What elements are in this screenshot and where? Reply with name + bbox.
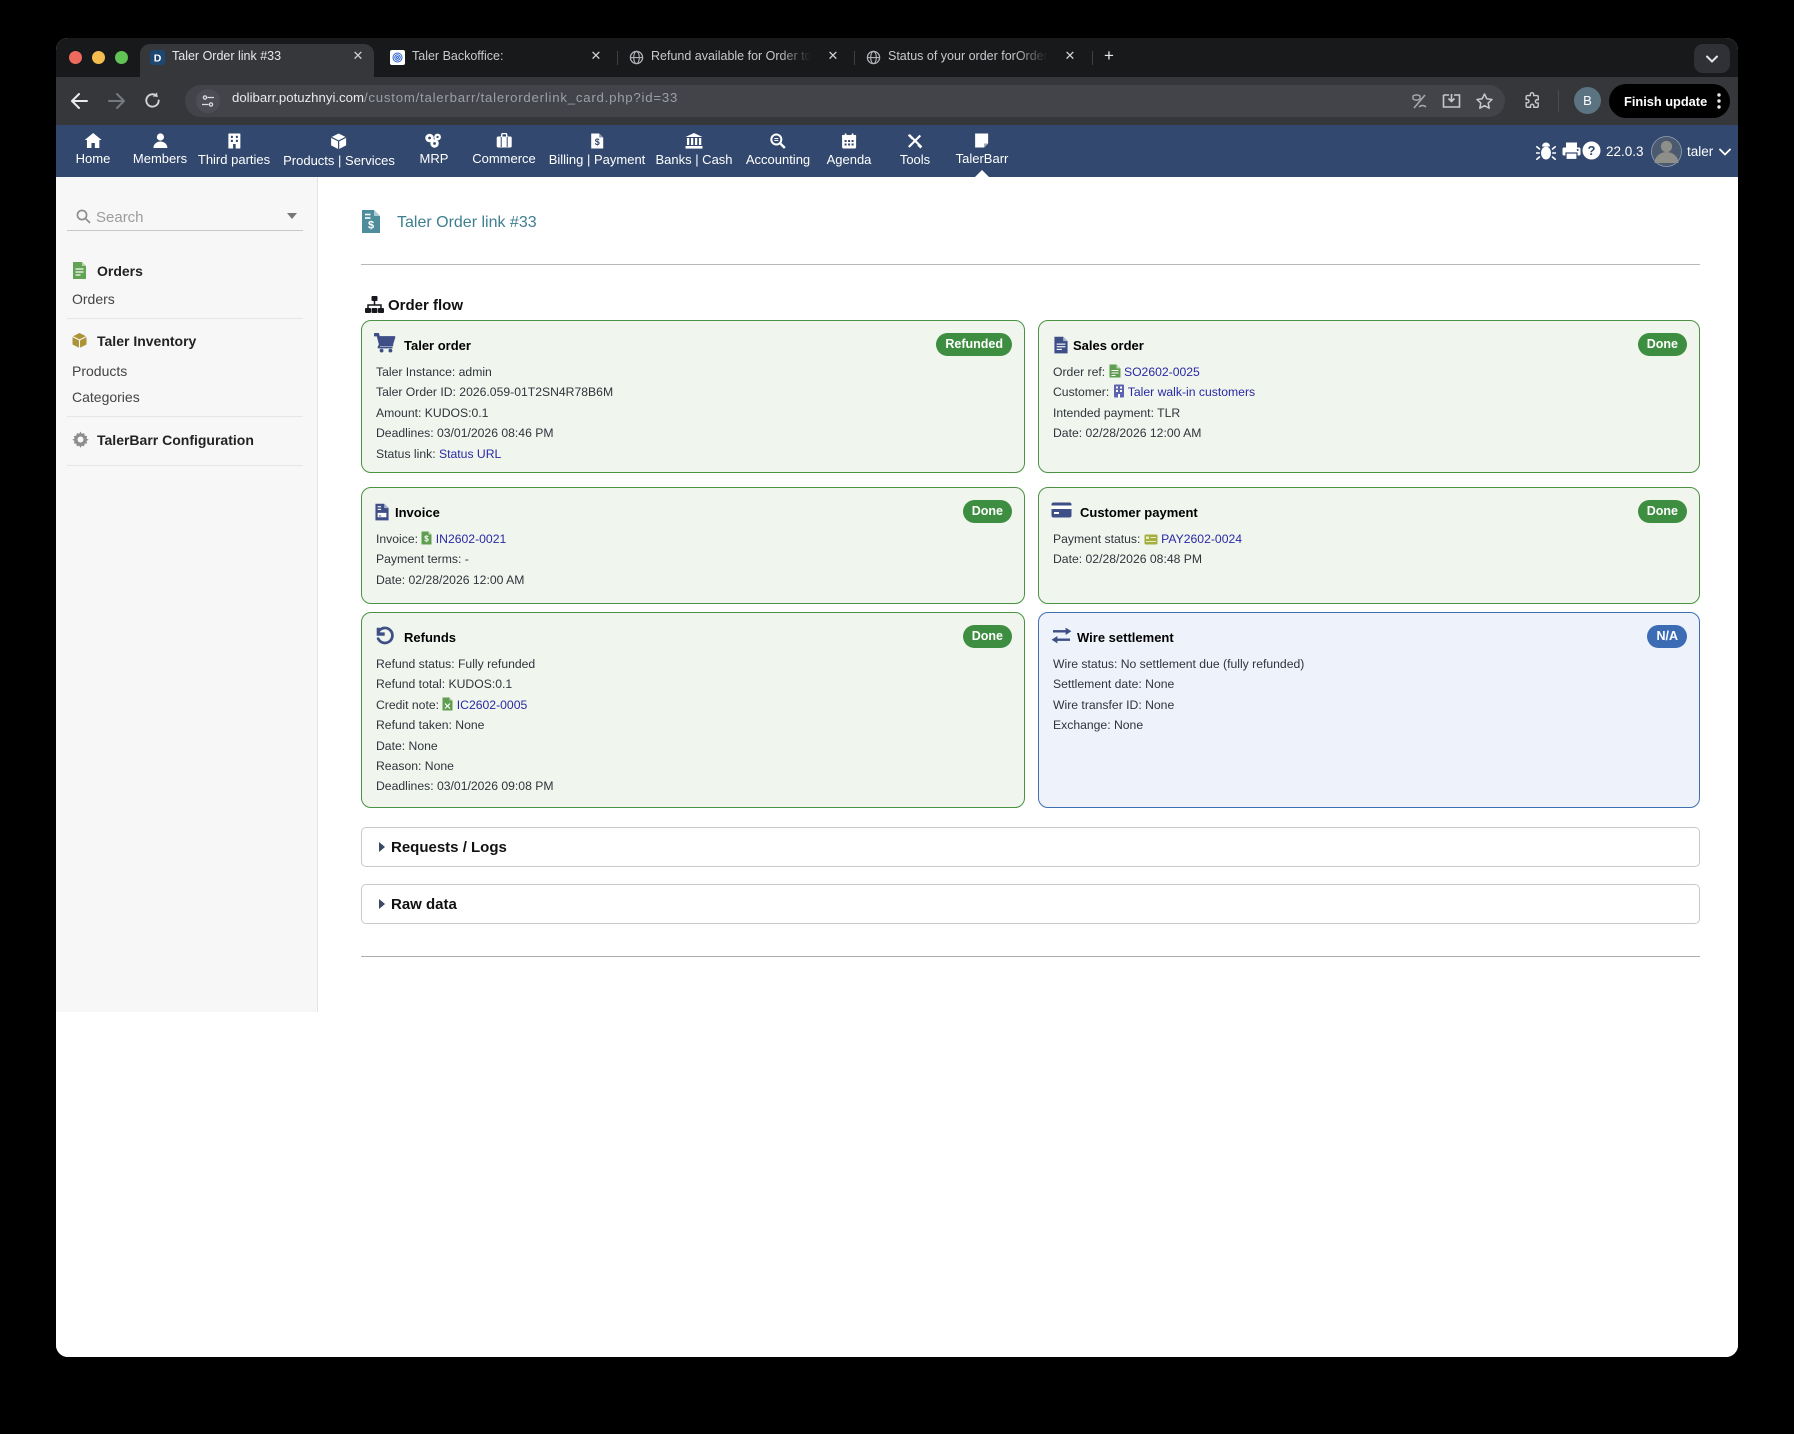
svg-text:$: $ xyxy=(368,220,374,232)
svg-text:D: D xyxy=(154,53,162,65)
svg-text:$: $ xyxy=(594,137,599,147)
svg-text:$: $ xyxy=(425,535,430,544)
svg-text:?: ? xyxy=(1588,143,1596,158)
